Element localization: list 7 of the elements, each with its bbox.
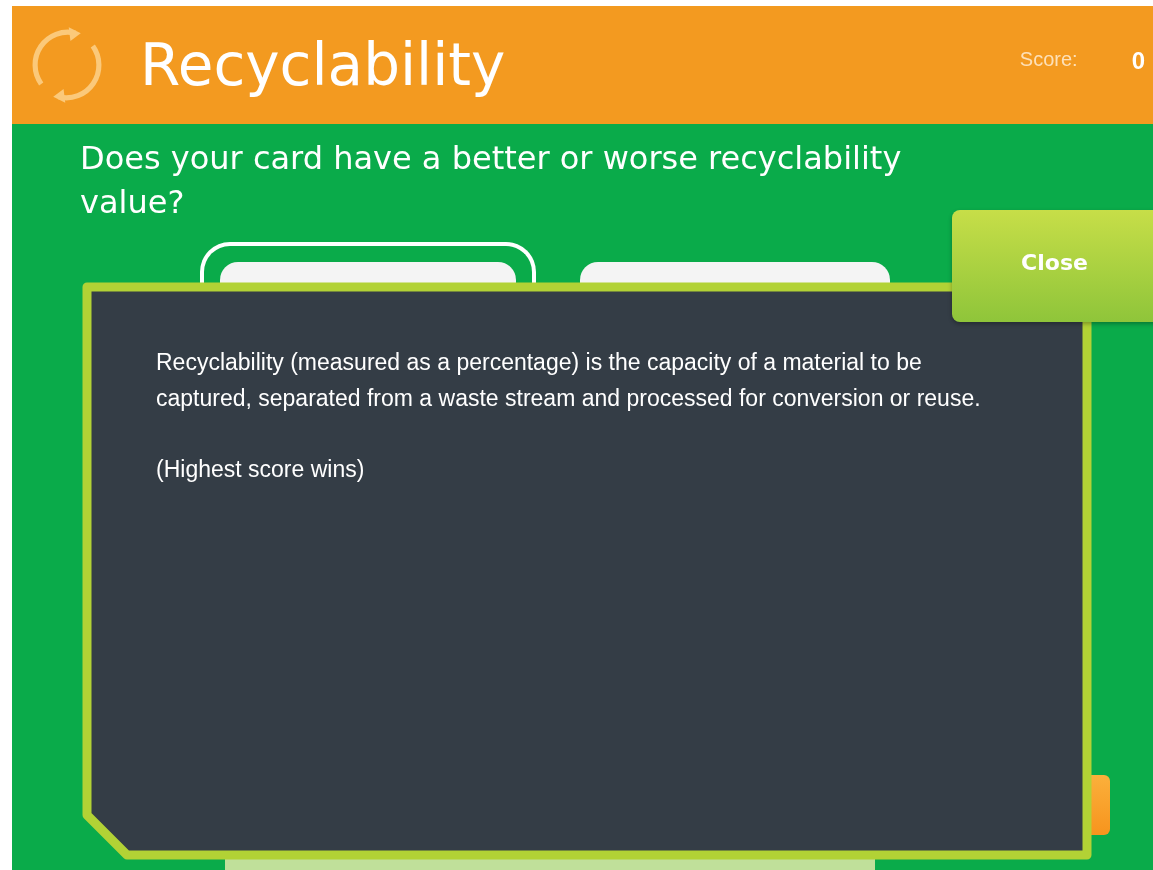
- score-label: Score:: [1019, 47, 1078, 71]
- dialog-paragraph: (Highest score wins): [156, 455, 366, 484]
- dialog-paragraph: Recyclability (measured as a percentage) is the capacity of a material to be captured, separated from a waste stream and processed for conversion or reuse.: [156, 348, 982, 413]
- page-title: Recyclability: [140, 31, 506, 99]
- score-value: 0: [1131, 47, 1145, 75]
- close-button[interactable]: Close: [952, 210, 1153, 322]
- question-text: Does your card have a better or worse recyclability value?: [79, 138, 903, 223]
